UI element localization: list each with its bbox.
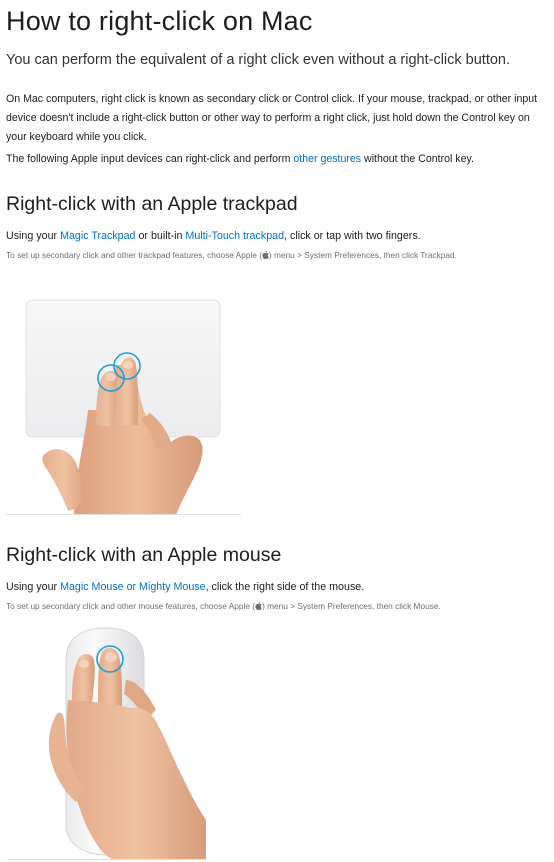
apple-logo-icon	[262, 251, 269, 259]
paragraph-secondary-click: On Mac computers, right click is known a…	[6, 93, 538, 143]
para2-text-before: The following Apple input devices can ri…	[6, 153, 294, 165]
apple-logo-icon	[255, 602, 262, 610]
trackpad-note-after: ) menu > System Preferences, then click …	[268, 250, 457, 260]
trackpad-heading: Right-click with an Apple trackpad	[6, 193, 298, 215]
paragraph-input-devices: The following Apple input devices can ri…	[6, 150, 551, 169]
multi-touch-trackpad-link[interactable]: Multi-Touch trackpad	[185, 230, 284, 242]
mouse-note-before: To set up secondary click and other mous…	[6, 601, 256, 611]
mouse-setup-note: To set up secondary click and other mous…	[6, 601, 441, 611]
trackpad-text-mid: or built-in	[135, 230, 186, 242]
intro-text: You can perform the equivalent of a righ…	[6, 52, 511, 68]
trackpad-setup-note: To set up secondary click and other trac…	[6, 250, 457, 260]
magic-trackpad-link[interactable]: Magic Trackpad	[60, 230, 135, 242]
magic-mouse-link[interactable]: Magic Mouse or Mighty Mouse	[60, 581, 206, 593]
trackpad-note-before: To set up secondary click and other trac…	[6, 250, 262, 260]
figure-divider	[6, 859, 206, 860]
trackpad-text-after: , click or tap with two fingers.	[284, 230, 421, 242]
mouse-right-click-illustration	[48, 627, 206, 860]
trackpad-instructions: Using your Magic Trackpad or built-in Mu…	[6, 230, 421, 242]
mouse-note-after: ) menu > System Preferences, then click …	[262, 601, 441, 611]
mouse-text-before: Using your	[6, 581, 61, 593]
trackpad-two-finger-illustration	[25, 299, 221, 515]
support-article: How to right-click on Mac You can perfor…	[0, 0, 554, 862]
other-gestures-link[interactable]: other gestures	[293, 153, 361, 165]
trackpad-text-before: Using your	[6, 230, 61, 242]
mouse-instructions: Using your Magic Mouse or Mighty Mouse, …	[6, 581, 364, 593]
page-title: How to right-click on Mac	[6, 6, 313, 36]
mouse-heading: Right-click with an Apple mouse	[6, 544, 282, 566]
para2-text-after: without the Control key.	[361, 153, 474, 165]
figure-divider	[6, 514, 241, 515]
mouse-text-after: , click the right side of the mouse.	[205, 581, 365, 593]
